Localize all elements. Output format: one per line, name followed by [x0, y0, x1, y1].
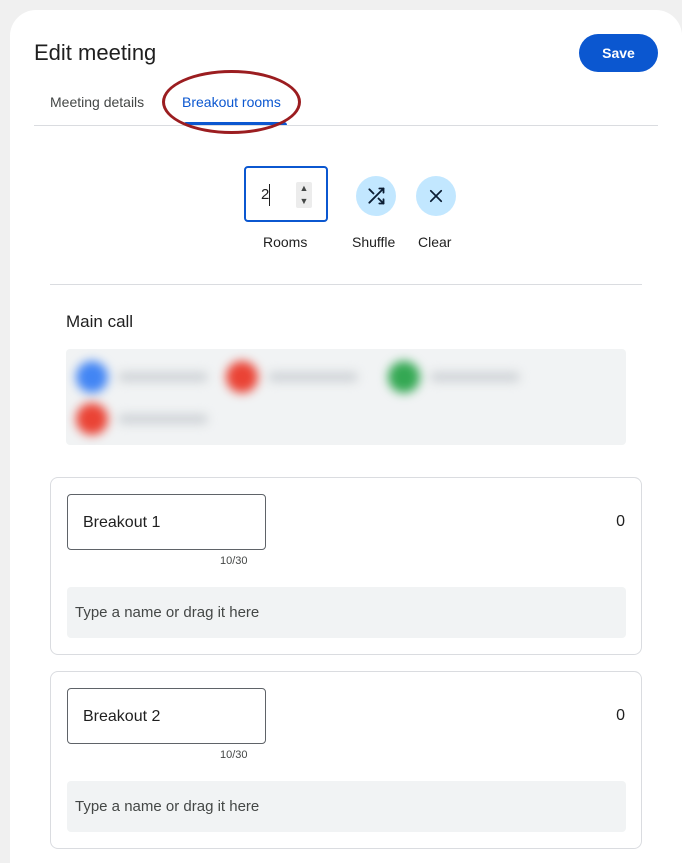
rooms-stepper[interactable]: ▲ ▼: [296, 182, 312, 208]
participant-chip[interactable]: [76, 403, 208, 435]
avatar: [76, 361, 108, 393]
participant-name-redacted: [118, 414, 208, 424]
section-divider: [50, 284, 642, 285]
rooms-count-input[interactable]: 2 ▲ ▼: [244, 166, 328, 222]
avatar: [76, 403, 108, 435]
participant-name-redacted: [430, 372, 520, 382]
participant-name-redacted: [268, 372, 358, 382]
room-name-char-count: 10/30: [220, 749, 248, 761]
page-title: Edit meeting: [34, 40, 157, 65]
edit-meeting-panel: Edit meeting Save Meeting details Breako…: [10, 10, 682, 863]
room-participant-count: 0: [616, 513, 625, 530]
participant-chip[interactable]: [226, 361, 358, 393]
room-name-char-count: 10/30: [220, 555, 248, 567]
close-icon: [429, 189, 443, 203]
avatar: [226, 361, 258, 393]
main-call-heading: Main call: [66, 312, 134, 331]
clear-button[interactable]: [416, 176, 456, 216]
text-caret: [269, 184, 270, 206]
drop-zone-placeholder: Type a name or drag it here: [75, 604, 260, 621]
shuffle-icon: [368, 187, 385, 205]
stepper-up-icon[interactable]: ▲: [296, 182, 312, 195]
breakout-room-card: Breakout 1 10/30 0 Type a name or drag i…: [50, 477, 642, 655]
shuffle-label: Shuffle: [352, 234, 396, 250]
stepper-down-icon[interactable]: ▼: [296, 195, 312, 208]
room-drop-zone[interactable]: Type a name or drag it here: [67, 587, 626, 638]
tab-divider: [34, 125, 658, 126]
main-call-participants: [66, 349, 626, 445]
participant-chip[interactable]: [388, 361, 520, 393]
room-name-value: Breakout 1: [83, 514, 161, 531]
save-button[interactable]: Save: [579, 34, 658, 72]
room-name-value: Breakout 2: [83, 708, 161, 725]
avatar: [388, 361, 420, 393]
drop-zone-placeholder: Type a name or drag it here: [75, 798, 260, 815]
breakout-room-card: Breakout 2 10/30 0 Type a name or drag i…: [50, 671, 642, 849]
room-name-input[interactable]: Breakout 1: [67, 494, 266, 550]
room-name-input[interactable]: Breakout 2: [67, 688, 266, 744]
clear-label: Clear: [418, 234, 452, 250]
room-participant-count: 0: [616, 707, 625, 724]
shuffle-button[interactable]: [356, 176, 396, 216]
participant-name-redacted: [118, 372, 208, 382]
participant-chip[interactable]: [76, 361, 208, 393]
rooms-label: Rooms: [263, 234, 308, 250]
room-drop-zone[interactable]: Type a name or drag it here: [67, 781, 626, 832]
tab-meeting-details[interactable]: Meeting details: [50, 94, 144, 110]
annotation-ellipse: [162, 70, 301, 134]
